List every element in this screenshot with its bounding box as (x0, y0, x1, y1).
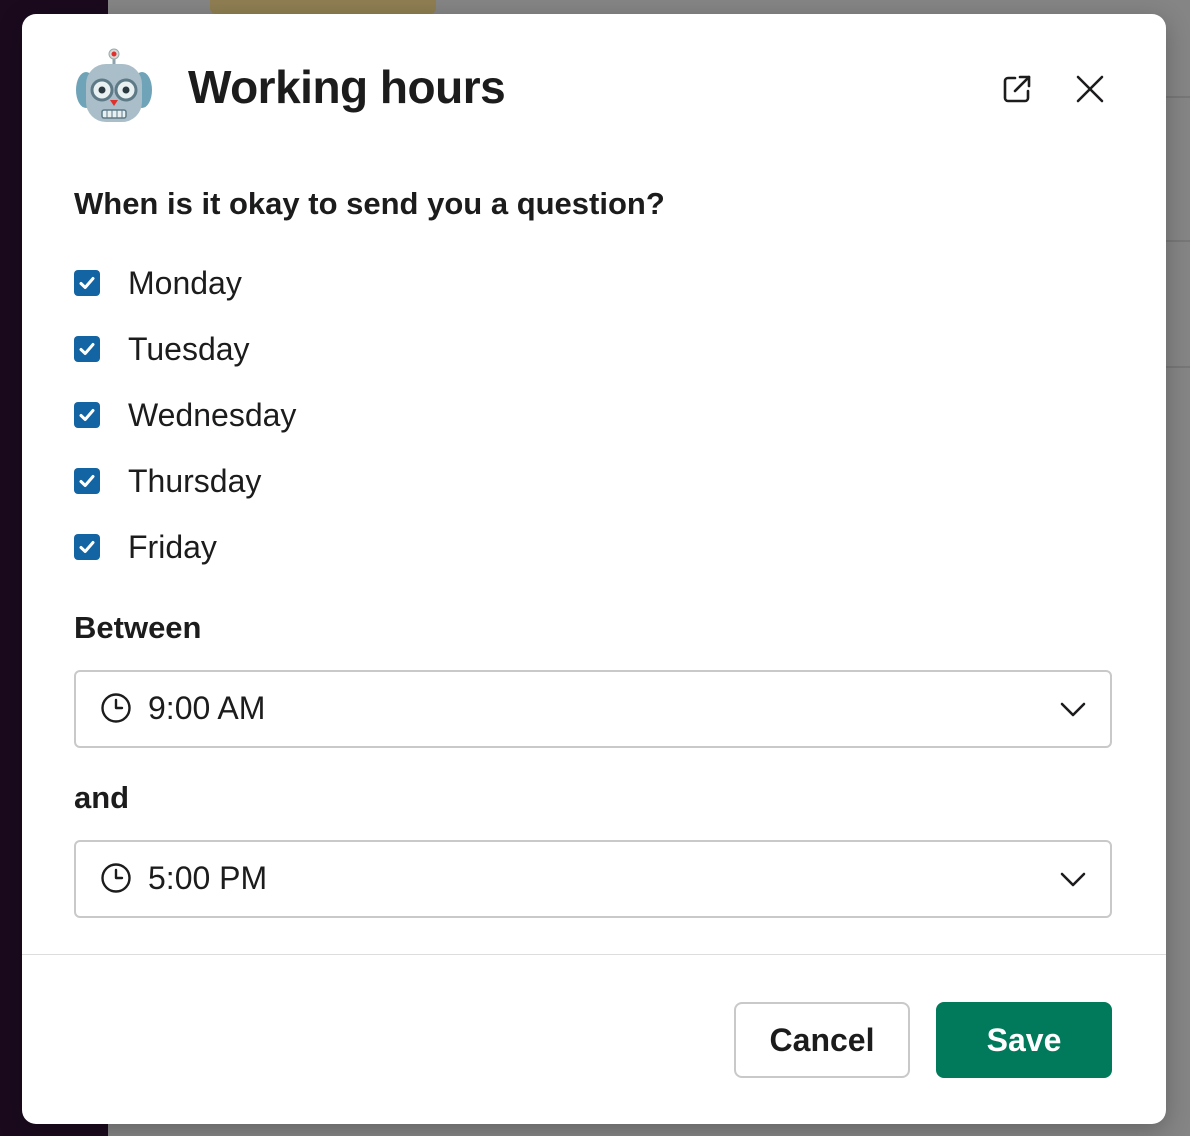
checkbox-label: Monday (128, 264, 242, 301)
chevron-down-icon (1060, 702, 1086, 717)
dialog-title: Working hours (188, 61, 506, 113)
background-divider (1166, 366, 1190, 368)
checkbox-wednesday[interactable]: Wednesday (74, 382, 296, 448)
working-hours-dialog: Working hours When is it okay to send yo… (22, 14, 1166, 1124)
and-label: and (74, 780, 130, 815)
checkbox-label: Friday (128, 528, 217, 565)
background-divider (1166, 96, 1190, 98)
checkbox-thursday[interactable]: Thursday (74, 448, 296, 514)
checkbox-tuesday[interactable]: Tuesday (74, 316, 296, 382)
open-in-window-button[interactable] (995, 67, 1039, 111)
checkmark-icon (79, 409, 95, 421)
checkbox-label: Wednesday (128, 396, 297, 433)
external-link-icon (1003, 75, 1031, 103)
dialog-header: Working hours (22, 14, 1166, 164)
checkmark-icon (79, 541, 95, 553)
between-label: Between (74, 610, 202, 645)
save-button[interactable]: Save (936, 1002, 1112, 1078)
checkbox-checked[interactable] (74, 402, 100, 428)
close-button[interactable] (1068, 67, 1112, 111)
checkbox-friday[interactable]: Friday (74, 514, 296, 580)
start-time-value: 9:00 AM (148, 690, 266, 726)
end-time-select[interactable]: 5:00 PM (74, 840, 1112, 918)
end-time-value: 5:00 PM (148, 860, 268, 896)
checkbox-checked[interactable] (74, 468, 100, 494)
weekday-checkbox-group: Monday Tuesday Wednesday Thursday Friday (74, 250, 296, 580)
start-time-select[interactable]: 9:00 AM (74, 670, 1112, 748)
checkbox-checked[interactable] (74, 270, 100, 296)
checkbox-checked[interactable] (74, 534, 100, 560)
robot-icon (76, 48, 152, 122)
checkbox-label: Thursday (128, 462, 262, 499)
question-label: When is it okay to send you a question? (74, 186, 665, 221)
background-divider (1166, 240, 1190, 242)
close-icon (1076, 75, 1104, 103)
checkbox-label: Tuesday (128, 330, 250, 367)
footer-divider (22, 954, 1166, 955)
clock-icon (101, 693, 131, 723)
checkmark-icon (79, 475, 95, 487)
checkbox-monday[interactable]: Monday (74, 250, 296, 316)
cancel-button[interactable]: Cancel (734, 1002, 910, 1078)
checkmark-icon (79, 343, 95, 355)
clock-icon (101, 863, 131, 893)
chevron-down-icon (1060, 872, 1086, 887)
checkmark-icon (79, 277, 95, 289)
background-highlight (210, 0, 436, 14)
checkbox-checked[interactable] (74, 336, 100, 362)
